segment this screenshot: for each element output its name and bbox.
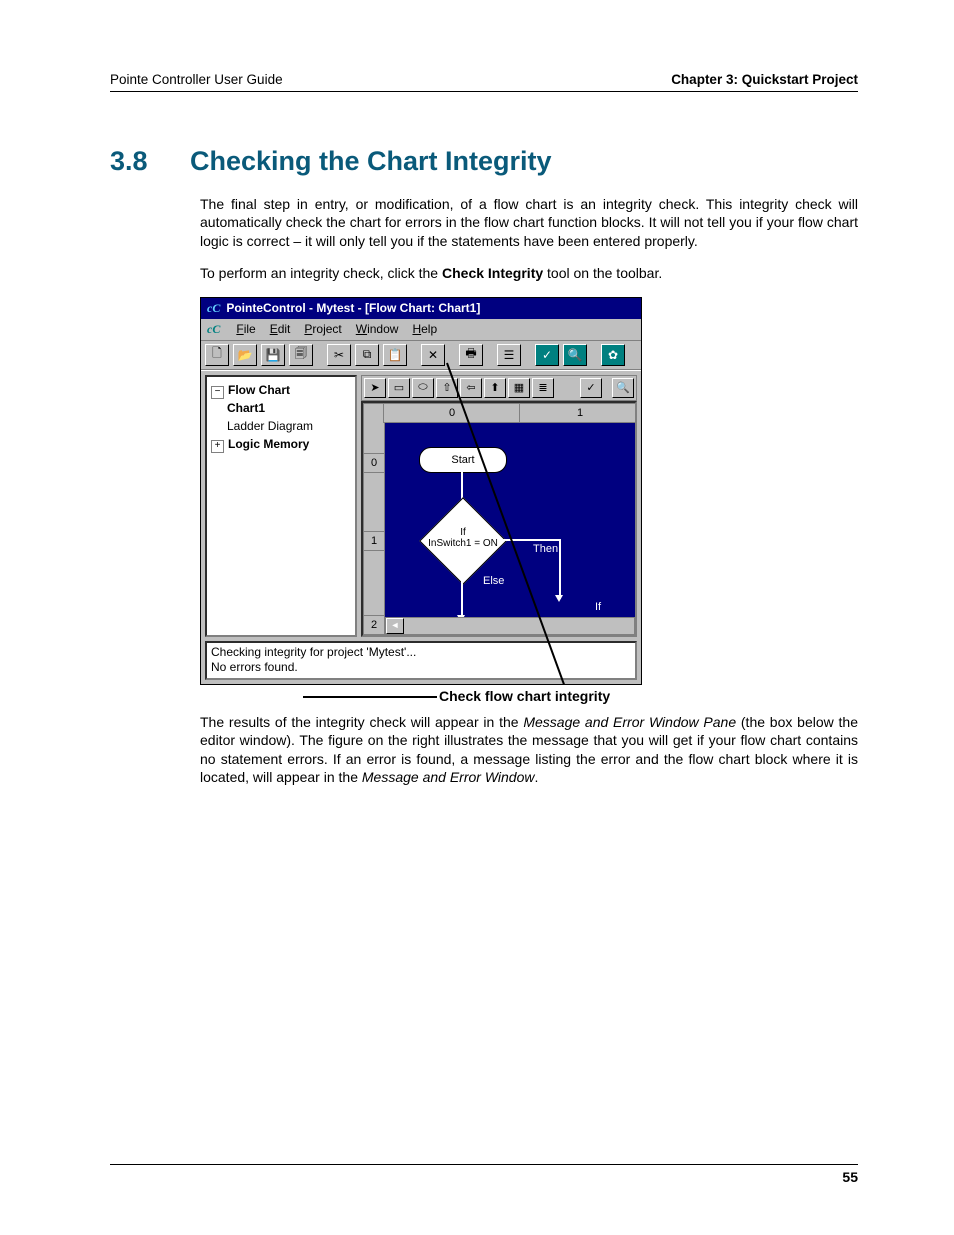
check-integrity-icon[interactable]: ✓ — [535, 344, 559, 366]
page-number: 55 — [842, 1169, 858, 1185]
left-arrow-icon[interactable]: ⇦ — [460, 378, 482, 398]
grid-icon[interactable]: ▦ — [508, 378, 530, 398]
screenshot-figure: cC PointeControl - Mytest - [Flow Chart:… — [200, 297, 642, 685]
flowchart-canvas[interactable]: 0 1 0 1 2 Start If InSwitch1 = ON — [361, 401, 637, 637]
column-header-1: 1 — [519, 403, 637, 423]
callout-label: Check flow chart integrity — [439, 688, 610, 704]
else-label: Else — [483, 575, 504, 587]
window-titlebar: cC PointeControl - Mytest - [Flow Chart:… — [201, 298, 641, 319]
row-header-2: 2 — [363, 615, 385, 635]
message-window-term: Message and Error Window — [362, 769, 535, 785]
window-title: PointeControl - Mytest - [Flow Chart: Ch… — [226, 301, 480, 315]
save-icon[interactable]: 💾 — [261, 344, 285, 366]
section-title: Checking the Chart Integrity — [190, 146, 552, 177]
running-header: Pointe Controller User Guide Chapter 3: … — [110, 72, 858, 92]
list-icon[interactable]: ≣ — [532, 378, 554, 398]
row-header-1: 1 — [363, 531, 385, 551]
properties-icon[interactable]: ☰ — [497, 344, 521, 366]
menubar: cC File Edit Project Window Help — [201, 319, 641, 341]
up-right-icon[interactable]: ⬆ — [484, 378, 506, 398]
rect-block-icon[interactable]: ▭ — [388, 378, 410, 398]
page-footer: 55 — [110, 1164, 858, 1185]
message-line-1: Checking integrity for project 'Mytest'.… — [211, 645, 631, 660]
expand-icon[interactable]: + — [211, 440, 224, 453]
section-number: 3.8 — [110, 146, 162, 177]
connector — [559, 539, 561, 599]
print-icon[interactable]: 🖶 — [459, 344, 483, 366]
paragraph-1: The final step in entry, or modification… — [200, 195, 858, 250]
message-error-pane: Checking integrity for project 'Mytest'.… — [205, 641, 637, 680]
condition-text: InSwitch1 = ON — [428, 538, 498, 549]
header-left: Pointe Controller User Guide — [110, 72, 283, 87]
save-all-icon[interactable]: 🗐 — [289, 344, 313, 366]
pointer-tool-icon[interactable]: ➤ — [364, 378, 386, 398]
menu-file[interactable]: File — [236, 322, 255, 336]
cut-icon[interactable]: ✂ — [327, 344, 351, 366]
column-header-0: 0 — [383, 403, 521, 423]
if-label-2: If — [595, 601, 601, 613]
row-header-0: 0 — [363, 453, 385, 473]
copy-icon[interactable]: ⧉ — [355, 344, 379, 366]
main-toolbar: 🗋 📂 💾 🗐 ✂ ⧉ 📋 ✕ 🖶 ☰ ✓ 🔍 ✿ — [201, 341, 641, 370]
project-tree: −Flow Chart Chart1 Ladder Diagram +Logic… — [205, 375, 357, 637]
fc-check-icon[interactable]: ✓ — [580, 378, 602, 398]
app-logo-icon: cC — [207, 301, 220, 316]
message-line-2: No errors found. — [211, 660, 631, 675]
tree-chart1[interactable]: Chart1 — [227, 399, 351, 417]
horizontal-scrollbar[interactable]: ◄ — [385, 617, 635, 635]
body-column: The final step in entry, or modification… — [200, 195, 858, 787]
menu-window[interactable]: Window — [356, 322, 399, 336]
zoom-icon[interactable]: 🔍 — [612, 378, 634, 398]
new-icon[interactable]: 🗋 — [205, 344, 229, 366]
open-icon[interactable]: 📂 — [233, 344, 257, 366]
flowchart-toolbar: ➤ ▭ ⬭ ⇧ ⇦ ⬆ ▦ ≣ ✓ 🔍 — [361, 375, 637, 401]
tree-flow-chart[interactable]: −Flow Chart — [211, 381, 351, 399]
delete-icon[interactable]: ✕ — [421, 344, 445, 366]
find-icon[interactable]: 🔍 — [563, 344, 587, 366]
menu-edit[interactable]: Edit — [270, 322, 291, 336]
connector — [461, 569, 463, 619]
menu-help[interactable]: Help — [412, 322, 437, 336]
then-label: Then — [533, 543, 558, 555]
menu-project[interactable]: Project — [304, 322, 341, 336]
paragraph-3: The results of the integrity check will … — [200, 713, 858, 787]
collapse-icon[interactable]: − — [211, 386, 224, 399]
tree-logic-memory[interactable]: +Logic Memory — [211, 435, 351, 453]
paragraph-2: To perform an integrity check, click the… — [200, 264, 858, 282]
scroll-left-icon[interactable]: ◄ — [386, 618, 404, 634]
workspace: −Flow Chart Chart1 Ladder Diagram +Logic… — [201, 370, 641, 641]
header-right: Chapter 3: Quickstart Project — [671, 72, 858, 87]
section-heading: 3.8 Checking the Chart Integrity — [110, 146, 858, 177]
round-block-icon[interactable]: ⬭ — [412, 378, 434, 398]
check-integrity-term: Check Integrity — [442, 265, 543, 281]
preferences-icon[interactable]: ✿ — [601, 344, 625, 366]
paste-icon[interactable]: 📋 — [383, 344, 407, 366]
arrowhead-icon — [555, 595, 563, 602]
page: Pointe Controller User Guide Chapter 3: … — [0, 0, 954, 1235]
callout-tick — [303, 696, 437, 698]
start-block[interactable]: Start — [419, 447, 507, 473]
tree-ladder-diagram[interactable]: Ladder Diagram — [227, 417, 351, 435]
if-label: If — [460, 527, 466, 538]
decision-block[interactable]: If InSwitch1 = ON — [423, 513, 503, 569]
message-pane-term: Message and Error Window Pane — [523, 714, 736, 730]
app-logo-small-icon: cC — [207, 322, 220, 337]
